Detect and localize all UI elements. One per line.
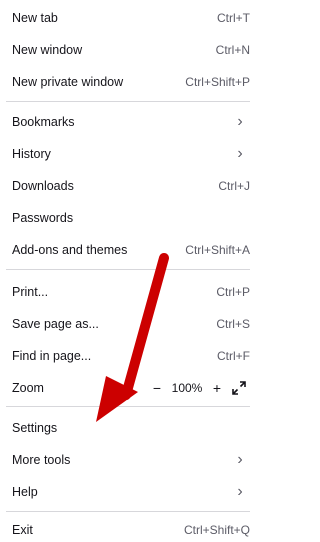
chevron-right-icon: › xyxy=(237,451,243,468)
menu-item-print[interactable]: Print... Ctrl+P xyxy=(0,276,256,308)
menu-item-shortcut: Ctrl+Shift+P xyxy=(185,75,250,89)
menu-item-passwords[interactable]: Passwords xyxy=(0,202,256,234)
menu-item-label: Find in page... xyxy=(12,349,92,363)
menu-item-shortcut: Ctrl+T xyxy=(217,11,250,25)
menu-item-addons-and-themes[interactable]: Add-ons and themes Ctrl+Shift+A xyxy=(0,234,256,266)
menu-item-label: History xyxy=(12,147,51,161)
menu-item-shortcut: Ctrl+F xyxy=(217,349,250,363)
menu-item-label: Exit xyxy=(12,523,33,537)
menu-item-find-in-page[interactable]: Find in page... Ctrl+F xyxy=(0,340,256,372)
menu-separator xyxy=(6,511,250,512)
menu-item-label: New private window xyxy=(12,75,124,89)
menu-item-shortcut: Ctrl+Shift+A xyxy=(185,243,250,257)
menu-separator xyxy=(6,101,250,102)
app-menu: New tab Ctrl+T New window Ctrl+N New pri… xyxy=(0,0,256,542)
menu-item-save-page[interactable]: Save page as... Ctrl+S xyxy=(0,308,256,340)
menu-item-history[interactable]: History › xyxy=(0,138,256,170)
chevron-right-icon: › xyxy=(237,145,243,162)
menu-item-help[interactable]: Help › xyxy=(0,476,256,508)
menu-item-zoom: Zoom − 100% + xyxy=(0,372,256,404)
menu-item-downloads[interactable]: Downloads Ctrl+J xyxy=(0,170,256,202)
menu-item-label: More tools xyxy=(12,453,71,467)
menu-item-shortcut: Ctrl+Shift+Q xyxy=(183,523,250,537)
menu-item-label: Print... xyxy=(12,285,49,299)
menu-item-label: Add-ons and themes xyxy=(12,243,128,257)
menu-item-label: Settings xyxy=(12,421,58,435)
chevron-right-icon: › xyxy=(237,483,243,500)
menu-item-label: Downloads xyxy=(12,179,74,193)
menu-item-label: New window xyxy=(12,43,83,57)
menu-item-new-private-window[interactable]: New private window Ctrl+Shift+P xyxy=(0,66,256,98)
zoom-in-button[interactable]: + xyxy=(206,380,228,396)
chevron-right-icon: › xyxy=(237,113,243,130)
zoom-controls: − 100% + xyxy=(146,380,250,396)
menu-item-new-window[interactable]: New window Ctrl+N xyxy=(0,34,256,66)
zoom-out-button[interactable]: − xyxy=(146,380,168,396)
menu-separator xyxy=(6,406,250,407)
menu-item-label: Bookmarks xyxy=(12,115,75,129)
menu-separator xyxy=(6,269,250,270)
menu-item-bookmarks[interactable]: Bookmarks › xyxy=(0,106,256,138)
menu-item-label: New tab xyxy=(12,11,58,25)
menu-item-new-tab[interactable]: New tab Ctrl+T xyxy=(0,2,256,34)
menu-item-label: Help xyxy=(12,485,38,499)
menu-item-shortcut: Ctrl+S xyxy=(216,317,250,331)
fullscreen-icon[interactable] xyxy=(228,380,250,396)
menu-item-exit[interactable]: Exit Ctrl+Shift+Q xyxy=(0,518,256,542)
menu-item-settings[interactable]: Settings xyxy=(0,412,256,444)
menu-item-shortcut: Ctrl+P xyxy=(216,285,250,299)
menu-item-shortcut: Ctrl+N xyxy=(215,43,250,57)
zoom-reset-button[interactable]: 100% xyxy=(168,381,206,395)
menu-item-label: Zoom xyxy=(12,381,44,395)
menu-item-label: Save page as... xyxy=(12,317,99,331)
menu-item-label: Passwords xyxy=(12,211,74,225)
menu-item-more-tools[interactable]: More tools › xyxy=(0,444,256,476)
menu-item-shortcut: Ctrl+J xyxy=(218,179,250,193)
